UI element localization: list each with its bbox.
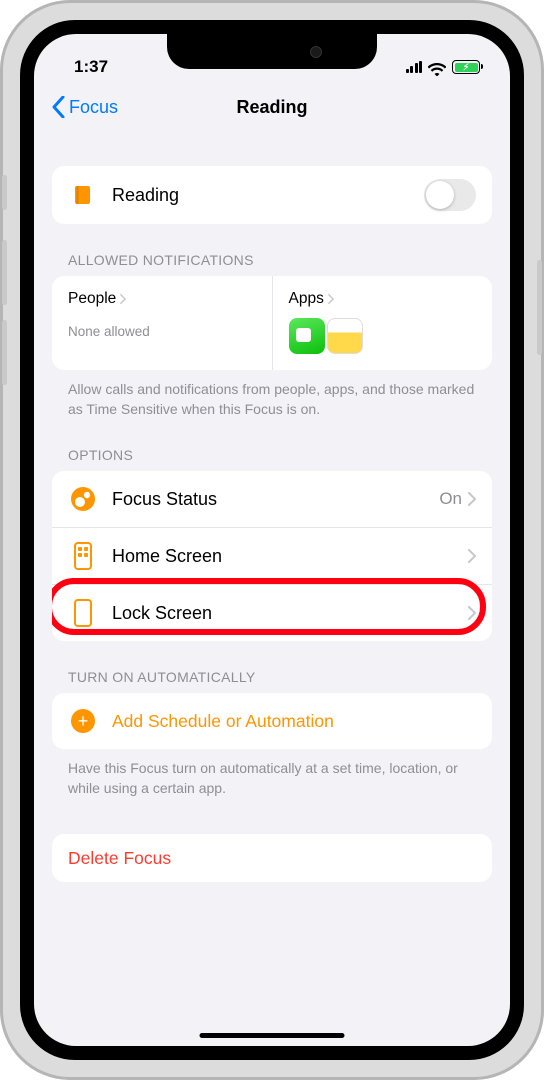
notes-app-icon [327, 318, 363, 354]
focus-status-icon [68, 484, 98, 514]
home-indicator[interactable] [200, 1033, 345, 1038]
people-cell[interactable]: People None allowed [52, 276, 272, 370]
focus-toggle-card: Reading [52, 166, 492, 224]
apps-title: Apps [289, 290, 324, 308]
auto-header: TURN ON AUTOMATICALLY [52, 641, 492, 693]
options-card: Focus Status On Home Screen [52, 471, 492, 641]
chevron-right-icon [468, 606, 476, 620]
focus-toggle[interactable] [424, 179, 476, 211]
allowed-header: ALLOWED NOTIFICATIONS [52, 224, 492, 276]
content-area: Reading ALLOWED NOTIFICATIONS People Non… [34, 132, 510, 1029]
allowed-footer: Allow calls and notifications from peopl… [52, 370, 492, 419]
wifi-icon [428, 61, 446, 74]
chevron-left-icon [52, 96, 65, 118]
lock-screen-label: Lock Screen [112, 603, 468, 624]
home-screen-row[interactable]: Home Screen [52, 527, 492, 584]
delete-focus-row[interactable]: Delete Focus [52, 834, 492, 882]
phone-body: 1:37 ⚡︎ Focus Reading [20, 20, 524, 1060]
auto-footer: Have this Focus turn on automatically at… [52, 749, 492, 798]
volume-up-button [2, 240, 7, 305]
facetime-app-icon [289, 318, 325, 354]
page-title: Reading [236, 97, 307, 118]
add-automation-label: Add Schedule or Automation [112, 711, 334, 732]
reading-icon [68, 180, 98, 210]
chevron-right-icon [468, 549, 476, 563]
app-icons-row [289, 318, 477, 354]
options-header: OPTIONS [52, 419, 492, 471]
home-screen-label: Home Screen [112, 546, 468, 567]
screen: 1:37 ⚡︎ Focus Reading [34, 34, 510, 1046]
auto-card: + Add Schedule or Automation [52, 693, 492, 749]
charging-bolt-icon: ⚡︎ [463, 63, 469, 72]
focus-toggle-row: Reading [52, 166, 492, 224]
lock-screen-row[interactable]: Lock Screen [52, 584, 492, 641]
focus-status-row[interactable]: Focus Status On [52, 471, 492, 527]
chevron-right-icon [468, 492, 476, 506]
status-time: 1:37 [74, 57, 108, 77]
mute-switch [2, 175, 7, 210]
chevron-right-icon [328, 294, 334, 304]
nav-bar: Focus Reading [34, 84, 510, 132]
plus-circle-icon: + [68, 706, 98, 736]
allowed-card: People None allowed Apps [52, 276, 492, 370]
delete-focus-label: Delete Focus [68, 848, 171, 869]
back-button[interactable]: Focus [52, 96, 118, 118]
add-automation-row[interactable]: + Add Schedule or Automation [52, 693, 492, 749]
cell-signal-icon [406, 61, 423, 73]
home-screen-icon [68, 541, 98, 571]
people-sub: None allowed [68, 324, 256, 339]
focus-label: Reading [112, 185, 424, 206]
side-button [537, 260, 542, 355]
back-label: Focus [69, 97, 118, 118]
lock-screen-icon [68, 598, 98, 628]
delete-card: Delete Focus [52, 834, 492, 882]
battery-icon: ⚡︎ [452, 60, 480, 74]
focus-status-value: On [439, 489, 462, 509]
chevron-right-icon [120, 294, 126, 304]
volume-down-button [2, 320, 7, 385]
apps-cell[interactable]: Apps [272, 276, 493, 370]
notch [167, 34, 377, 69]
people-title: People [68, 290, 116, 308]
phone-frame: 1:37 ⚡︎ Focus Reading [0, 0, 544, 1080]
status-right: ⚡︎ [406, 60, 481, 74]
focus-status-label: Focus Status [112, 489, 439, 510]
